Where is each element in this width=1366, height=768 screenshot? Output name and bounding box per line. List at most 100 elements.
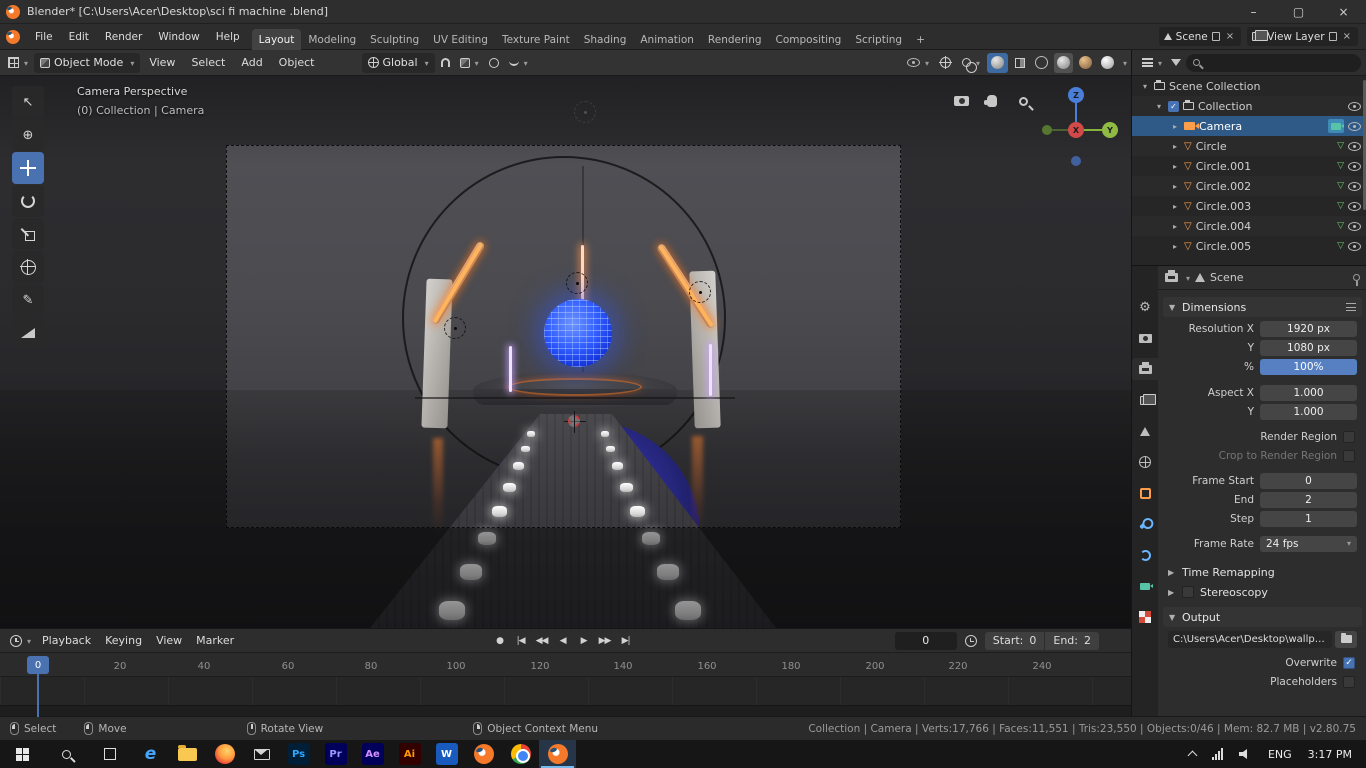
placeholders-checkbox[interactable] bbox=[1343, 676, 1355, 688]
current-frame-badge[interactable]: 0 bbox=[27, 656, 49, 674]
taskbar-app-word[interactable]: W bbox=[428, 740, 465, 768]
new-view-layer-icon[interactable] bbox=[1329, 32, 1337, 41]
filter-icon[interactable] bbox=[1171, 59, 1181, 66]
xray-toggle[interactable] bbox=[1011, 53, 1029, 73]
menu-add[interactable]: Add bbox=[234, 50, 269, 76]
3d-viewport[interactable]: Camera Perspective (0) Collection | Came… bbox=[0, 76, 1131, 628]
output-path-field[interactable]: C:\Users\Acer\Desktop\wallpa... bbox=[1168, 631, 1332, 648]
frame-start-prop-field[interactable]: 0 bbox=[1260, 473, 1357, 489]
outliner-row-circle-003[interactable]: ▸▽ Circle.003 ▽ bbox=[1132, 196, 1366, 216]
menu-help[interactable]: Help bbox=[208, 24, 248, 50]
axis-neg-y-ball[interactable] bbox=[1042, 125, 1052, 135]
taskbar-search-button[interactable] bbox=[44, 740, 88, 768]
current-frame-field[interactable]: 0 bbox=[895, 632, 957, 650]
current-frame-line[interactable] bbox=[37, 674, 39, 717]
tab-compositing[interactable]: Compositing bbox=[769, 29, 849, 50]
tab-modifier-properties[interactable] bbox=[1132, 513, 1158, 535]
menu-object[interactable]: Object bbox=[272, 50, 322, 76]
close-button[interactable]: × bbox=[1321, 0, 1366, 24]
blender-menu-icon[interactable] bbox=[6, 30, 20, 44]
tab-animation[interactable]: Animation bbox=[633, 29, 701, 50]
visibility-eye-icon[interactable] bbox=[1348, 122, 1361, 131]
shading-wireframe-button[interactable] bbox=[1032, 53, 1051, 73]
context-dropdown[interactable] bbox=[1183, 271, 1190, 284]
proportional-falloff-selector[interactable] bbox=[505, 53, 532, 73]
timeline-editor-type-selector[interactable] bbox=[6, 631, 35, 651]
timeline-ruler[interactable]: 0 20 40 60 80 100 120 140 160 180 200 22… bbox=[0, 653, 1131, 677]
menu-view[interactable]: View bbox=[142, 50, 182, 76]
outliner-search-input[interactable] bbox=[1186, 54, 1361, 72]
tray-language[interactable]: ENG bbox=[1260, 740, 1300, 768]
menu-select[interactable]: Select bbox=[184, 50, 232, 76]
shading-dropdown[interactable] bbox=[1120, 56, 1127, 69]
crop-region-checkbox[interactable] bbox=[1343, 450, 1355, 462]
presets-icon[interactable] bbox=[1346, 303, 1356, 311]
camera-data-chip[interactable] bbox=[1328, 119, 1344, 133]
taskbar-app-firefox[interactable] bbox=[206, 740, 243, 768]
outliner-editor-type-selector[interactable] bbox=[1138, 53, 1166, 73]
resolution-pct-slider[interactable]: 100% bbox=[1260, 359, 1357, 375]
pin-icon[interactable] bbox=[1353, 274, 1360, 281]
tab-texture-properties[interactable] bbox=[1132, 606, 1158, 628]
render-region-checkbox[interactable] bbox=[1343, 431, 1355, 443]
taskbar-app-mail[interactable] bbox=[243, 740, 280, 768]
taskbar-app-photoshop[interactable]: Ps bbox=[280, 740, 317, 768]
tab-physics-properties[interactable] bbox=[1132, 544, 1158, 566]
menu-view-timeline[interactable]: View bbox=[149, 628, 189, 654]
play-button[interactable]: ▶ bbox=[573, 632, 594, 650]
start-button[interactable] bbox=[0, 740, 44, 768]
tab-scene-properties[interactable] bbox=[1132, 420, 1158, 442]
auto-key-button[interactable]: ● bbox=[489, 632, 510, 650]
resolution-y-field[interactable]: 1080 px bbox=[1260, 340, 1357, 356]
menu-keying[interactable]: Keying bbox=[98, 628, 149, 654]
jump-to-end-button[interactable]: ▶| bbox=[615, 632, 636, 650]
tab-texture-paint[interactable]: Texture Paint bbox=[495, 29, 577, 50]
visibility-eye-icon[interactable] bbox=[1348, 222, 1361, 231]
use-preview-range-icon[interactable] bbox=[965, 635, 977, 647]
visibility-eye-icon[interactable] bbox=[1348, 202, 1361, 211]
taskbar-app-chrome[interactable] bbox=[502, 740, 539, 768]
visibility-eye-icon[interactable] bbox=[1348, 162, 1361, 171]
snap-toggle[interactable] bbox=[437, 53, 454, 73]
editor-type-selector[interactable] bbox=[4, 53, 32, 73]
view-layer-selector[interactable]: View Layer × bbox=[1247, 27, 1358, 46]
frame-rate-dropdown[interactable]: 24 fps bbox=[1260, 536, 1357, 552]
minimize-button[interactable]: – bbox=[1231, 0, 1276, 24]
camera-view-button[interactable] bbox=[948, 88, 974, 114]
jump-to-start-button[interactable]: |◀ bbox=[510, 632, 531, 650]
menu-file[interactable]: File bbox=[27, 24, 61, 50]
stereoscopy-checkbox[interactable] bbox=[1182, 586, 1194, 598]
menu-marker[interactable]: Marker bbox=[189, 628, 241, 654]
menu-render[interactable]: Render bbox=[97, 24, 150, 50]
tab-tool-properties[interactable]: ⚙ bbox=[1132, 296, 1158, 318]
next-keyframe-button[interactable]: ▶▶ bbox=[594, 632, 615, 650]
tray-show-hidden-icons[interactable] bbox=[1181, 740, 1204, 768]
tab-view-layer-properties[interactable] bbox=[1132, 389, 1158, 411]
taskbar-app-blender[interactable] bbox=[465, 740, 502, 768]
visibility-eye-icon[interactable] bbox=[1348, 102, 1361, 111]
tab-scripting[interactable]: Scripting bbox=[848, 29, 909, 50]
tab-uv-editing[interactable]: UV Editing bbox=[426, 29, 495, 50]
outliner-row-scene-collection[interactable]: ▾ Scene Collection bbox=[1132, 76, 1366, 96]
scale-tool[interactable] bbox=[12, 218, 44, 250]
tab-sculpting[interactable]: Sculpting bbox=[363, 29, 426, 50]
outliner-row-circle-005[interactable]: ▸▽ Circle.005 ▽ bbox=[1132, 236, 1366, 256]
proportional-edit-toggle[interactable] bbox=[485, 53, 503, 73]
cursor-tool[interactable]: ⊕ bbox=[12, 119, 44, 151]
select-box-tool[interactable]: ↖ bbox=[12, 86, 44, 118]
aspect-x-field[interactable]: 1.000 bbox=[1260, 385, 1357, 401]
unlink-scene-icon[interactable]: × bbox=[1224, 31, 1236, 42]
tray-network[interactable] bbox=[1204, 740, 1231, 768]
frame-step-field[interactable]: 1 bbox=[1260, 511, 1357, 527]
browse-folder-button[interactable] bbox=[1335, 631, 1357, 648]
frame-end-prop-field[interactable]: 2 bbox=[1260, 492, 1357, 508]
visibility-eye-icon[interactable] bbox=[1348, 182, 1361, 191]
move-tool[interactable] bbox=[12, 152, 44, 184]
timeline-track-area[interactable] bbox=[0, 677, 1131, 717]
task-view-button[interactable] bbox=[88, 740, 132, 768]
zoom-view-button[interactable] bbox=[1010, 88, 1036, 114]
scene-selector[interactable]: Scene × bbox=[1159, 27, 1241, 46]
frame-end-field[interactable]: End:2 bbox=[1045, 632, 1099, 650]
taskbar-app-illustrator[interactable]: Ai bbox=[391, 740, 428, 768]
mode-selector[interactable]: Object Mode bbox=[34, 53, 140, 73]
